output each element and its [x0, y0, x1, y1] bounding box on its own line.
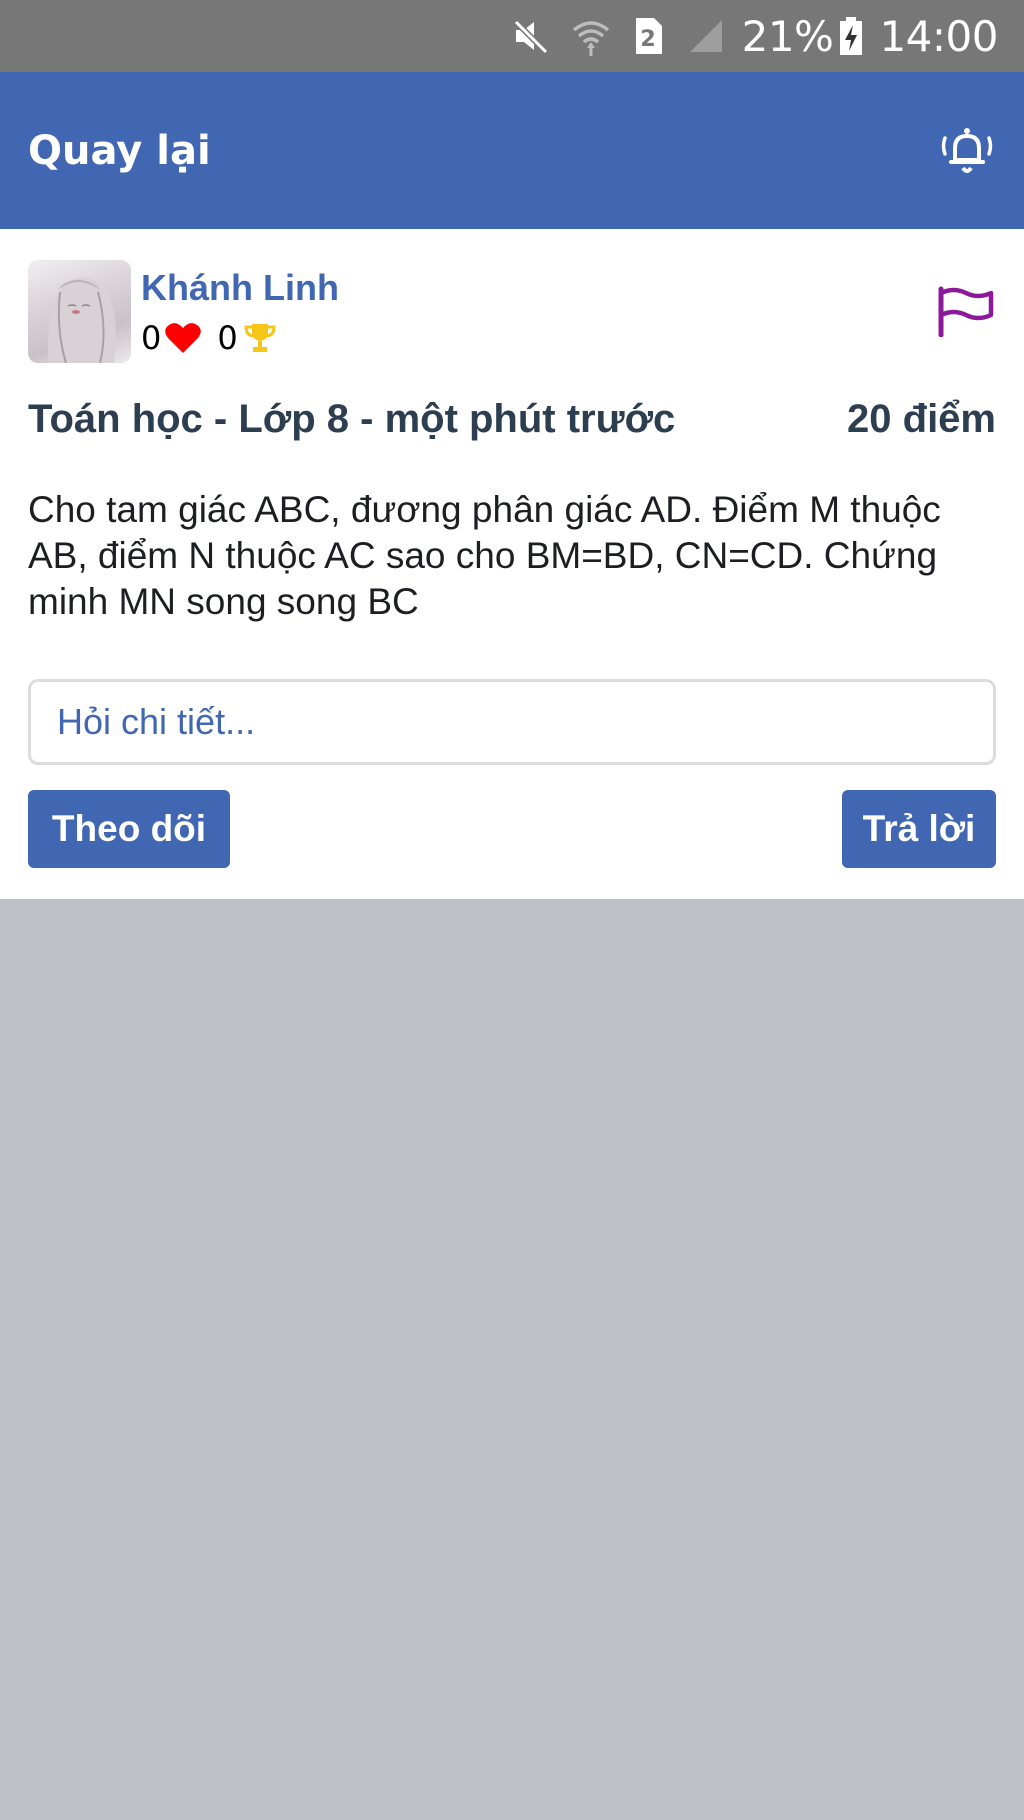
signal-icon — [686, 16, 726, 56]
user-stats: 0 0 — [141, 319, 280, 357]
author-name[interactable]: Khánh Linh — [141, 267, 339, 309]
question-subject-meta: Toán học - Lớp 8 - một phút trước — [28, 397, 676, 441]
avatar[interactable] — [28, 260, 131, 363]
notification-bell-icon[interactable] — [938, 122, 996, 180]
follow-button[interactable]: Theo dõi — [28, 790, 230, 868]
clock-time: 14:00 — [879, 11, 998, 61]
sim-icon: 2 — [632, 16, 664, 56]
heart-icon — [163, 320, 203, 356]
mute-icon — [510, 16, 550, 56]
wifi-icon — [572, 16, 610, 56]
likes-count: 0 — [141, 319, 162, 357]
answer-button[interactable]: Trả lời — [842, 790, 996, 868]
svg-text:2: 2 — [640, 27, 655, 52]
question-meta-row: Toán học - Lớp 8 - một phút trước 20 điể… — [28, 397, 996, 442]
question-points: 20 điểm — [847, 397, 996, 441]
status-bar: 2 21% 14:00 — [0, 0, 1024, 72]
trophies-count: 0 — [217, 319, 238, 357]
report-flag-icon[interactable] — [936, 285, 996, 338]
battery-charging-icon — [839, 16, 863, 56]
question-card: Khánh Linh 0 0 Toán học - Lớp 8 - một ph… — [0, 229, 1024, 899]
ask-detail-input[interactable] — [28, 679, 996, 765]
app-bar: Quay lại — [0, 72, 1024, 229]
question-body: Cho tam giác ABC, đương phân giác AD. Đi… — [28, 489, 941, 622]
back-button[interactable]: Quay lại — [28, 128, 211, 174]
battery-percent: 21% — [741, 11, 834, 61]
empty-content-area — [0, 899, 1024, 1820]
trophy-icon — [240, 320, 280, 356]
